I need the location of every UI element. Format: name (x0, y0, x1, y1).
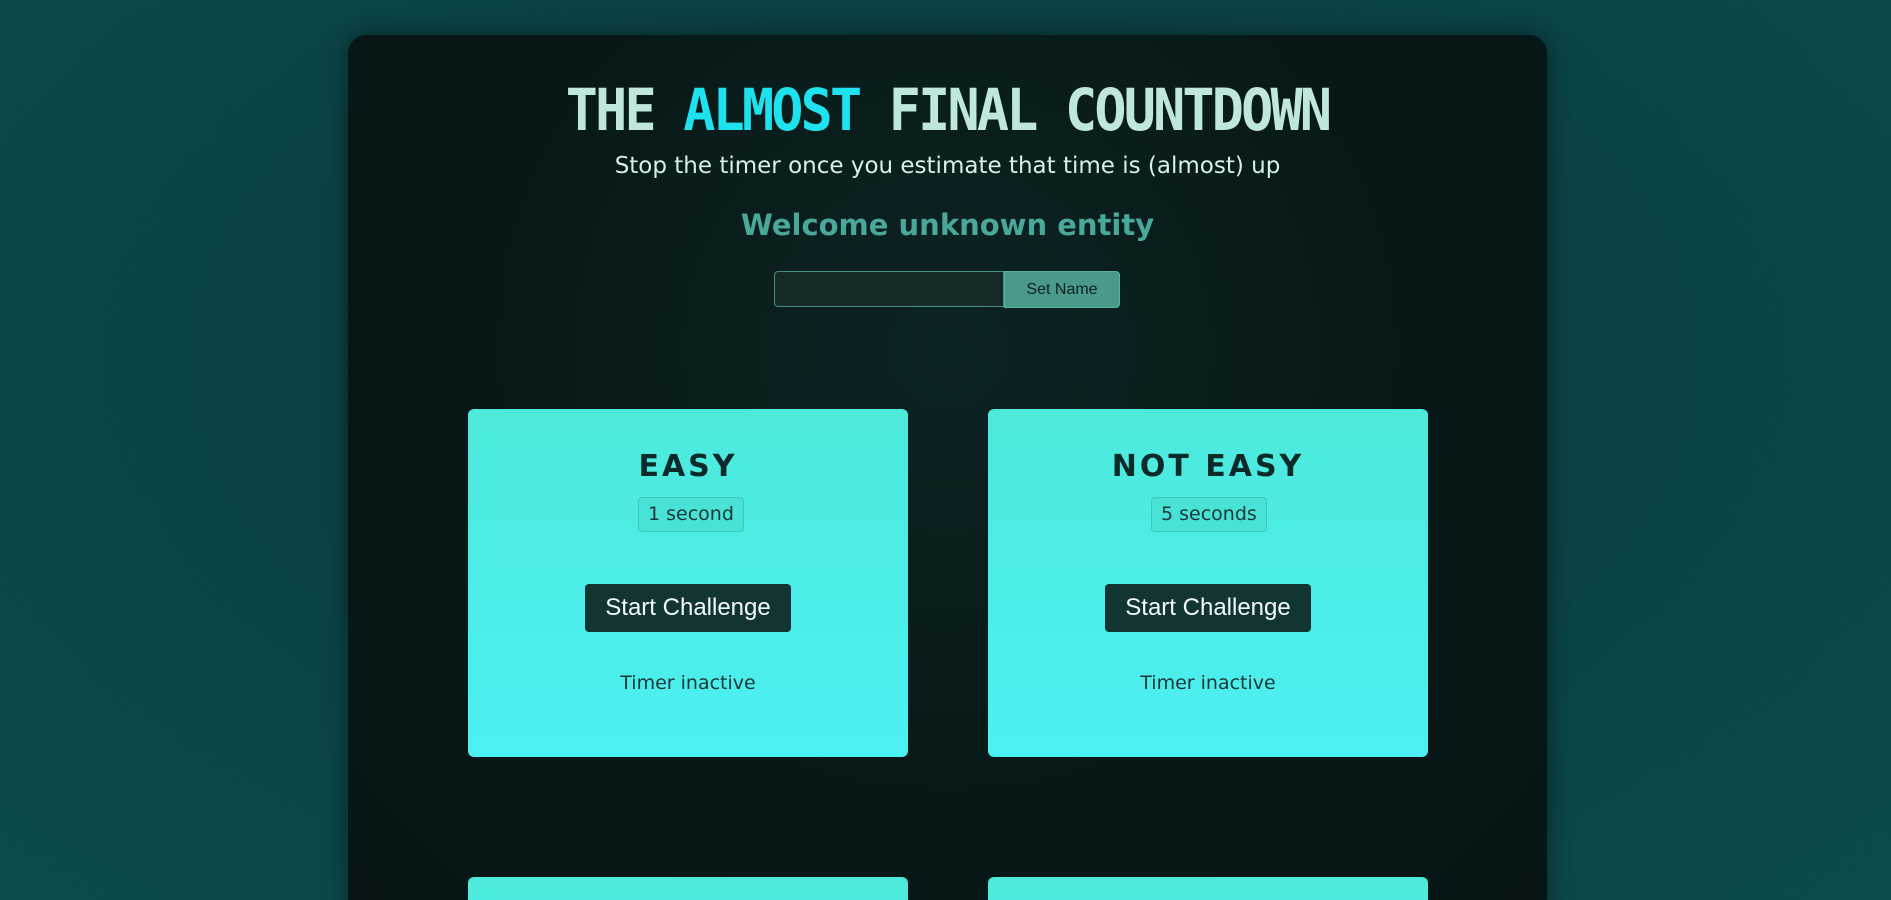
main-panel: THE ALMOST FINAL COUNTDOWN Stop the time… (348, 35, 1547, 900)
duration-badge: 1 second (638, 497, 744, 532)
challenge-title: EASY (638, 449, 738, 484)
challenge-title: NOT EASY (1111, 449, 1305, 484)
start-challenge-button[interactable]: Start Challenge (585, 584, 791, 632)
timer-status: Timer inactive (620, 672, 756, 694)
duration-badge: 5 seconds (1151, 497, 1267, 532)
page-title: THE ALMOST FINAL COUNTDOWN (396, 81, 1499, 139)
welcome-message: Welcome unknown entity (740, 208, 1155, 242)
start-challenge-button[interactable]: Start Challenge (1105, 584, 1311, 632)
title-part-1: THE (565, 76, 684, 144)
challenge-card-partial (468, 877, 908, 900)
challenge-card-not-easy: NOT EASY 5 seconds Start Challenge Timer… (988, 409, 1428, 757)
timer-status: Timer inactive (1140, 672, 1276, 694)
challenge-card-partial (988, 877, 1428, 900)
challenge-card-easy: EASY 1 second Start Challenge Timer inac… (468, 409, 908, 757)
title-part-2: FINAL COUNTDOWN (859, 76, 1332, 144)
page-subtitle: Stop the timer once you estimate that ti… (614, 153, 1281, 179)
title-accent: ALMOST (683, 76, 862, 144)
set-name-button[interactable]: Set Name (1004, 271, 1120, 308)
name-input[interactable] (774, 271, 1004, 307)
